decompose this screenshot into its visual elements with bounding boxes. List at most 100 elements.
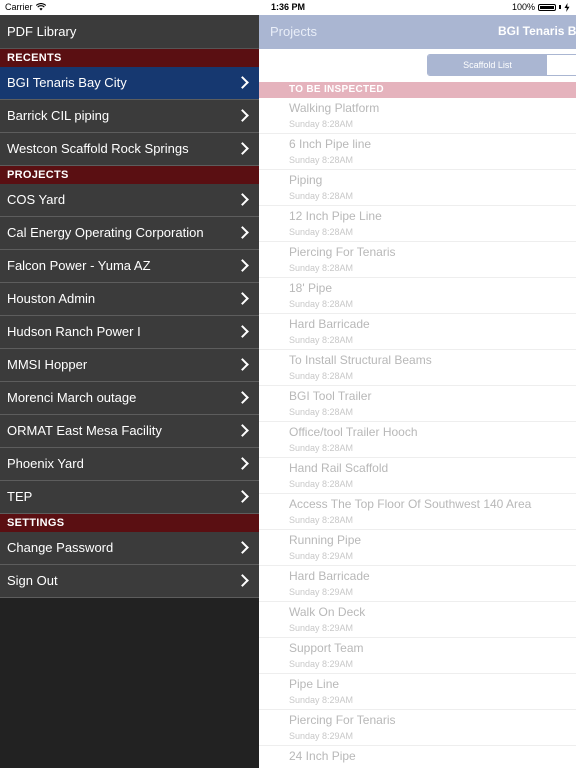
list-item-timestamp: Sunday 8:28AM <box>289 191 354 201</box>
list-item[interactable]: Support Team Sunday 8:29AM <box>259 638 576 674</box>
chevron-right-icon <box>236 76 249 89</box>
list-item[interactable]: Piercing For Tenaris Sunday 8:28AM <box>259 242 576 278</box>
recent-item-westcon[interactable]: Westcon Scaffold Rock Springs <box>0 133 259 166</box>
pdf-library-item[interactable]: PDF Library <box>0 15 259 49</box>
sidebar-item-label: Cal Energy Operating Corporation <box>7 225 204 240</box>
battery-percent: 100% <box>511 2 535 12</box>
list-item-timestamp: Sunday 8:29AM <box>289 587 354 597</box>
list-item-timestamp: Sunday 8:28AM <box>289 479 354 489</box>
list-item-timestamp: Sunday 8:28AM <box>289 227 354 237</box>
sidebar: PDF Library RECENTS BGI Tenaris Bay City… <box>0 15 259 768</box>
chevron-right-icon <box>236 292 249 305</box>
list-item-title: To Install Structural Beams <box>289 353 432 367</box>
project-item-ormat[interactable]: ORMAT East Mesa Facility <box>0 415 259 448</box>
list-item[interactable]: 18' Pipe Sunday 8:28AM <box>259 278 576 314</box>
sidebar-item-label: Phoenix Yard <box>7 456 84 471</box>
list-item[interactable]: Office/tool Trailer Hooch Sunday 8:28AM <box>259 422 576 458</box>
segment-area: Scaffold List <box>259 49 576 82</box>
project-item-phoenix-yard[interactable]: Phoenix Yard <box>0 448 259 481</box>
sidebar-item-label: Houston Admin <box>7 291 96 306</box>
list-item-timestamp: Sunday 8:29AM <box>289 731 354 741</box>
list-item-title: Piping <box>289 173 323 187</box>
second-segment[interactable] <box>547 55 576 75</box>
chevron-right-icon <box>236 193 249 206</box>
list-item-timestamp: Sunday 8:28AM <box>289 155 354 165</box>
sidebar-item-label: Morenci March outage <box>7 390 137 405</box>
battery-icon <box>538 3 556 11</box>
segmented-control: Scaffold List <box>427 54 576 76</box>
list-item[interactable]: Piercing For Tenaris Sunday 8:29AM <box>259 710 576 746</box>
list-item[interactable]: To Install Structural Beams Sunday 8:28AM <box>259 350 576 386</box>
list-item-timestamp: Sunday 8:28AM <box>289 407 354 417</box>
sidebar-item-label: MMSI Hopper <box>7 357 88 372</box>
list-item-title: Walk On Deck <box>289 605 366 619</box>
list-item-timestamp: Sunday 8:28AM <box>289 335 354 345</box>
chevron-right-icon <box>236 325 249 338</box>
project-item-tep[interactable]: TEP <box>0 481 259 514</box>
chevron-right-icon <box>236 142 249 155</box>
chevron-right-icon <box>236 541 249 554</box>
list-item[interactable]: 6 Inch Pipe line Sunday 8:28AM <box>259 134 576 170</box>
list-item-title: Support Team <box>289 641 364 655</box>
list-item-title: Piercing For Tenaris <box>289 245 396 259</box>
list-item-title: Walking Platform <box>289 101 380 115</box>
sidebar-item-label: Change Password <box>7 540 114 555</box>
projects-header: PROJECTS <box>0 166 259 184</box>
list-item[interactable]: Piping Sunday 8:28AM <box>259 170 576 206</box>
scaffold-list: Walking Platform Sunday 8:28AM 6 Inch Pipe… <box>259 98 576 768</box>
list-item[interactable]: Hard Barricade Sunday 8:29AM <box>259 566 576 602</box>
recents-header: RECENTS <box>0 49 259 67</box>
list-item-timestamp: Sunday 8:28AM <box>289 371 354 381</box>
list-item[interactable]: 24 Inch Pipe <box>259 746 576 768</box>
chevron-right-icon <box>236 259 249 272</box>
list-item-title: 12 Inch Pipe Line <box>289 209 382 223</box>
project-item-cos-yard[interactable]: COS Yard <box>0 184 259 217</box>
chevron-right-icon <box>236 109 249 122</box>
list-item-timestamp: Sunday 8:29AM <box>289 659 354 669</box>
list-item-timestamp: Sunday 8:28AM <box>289 263 354 273</box>
list-item-timestamp: Sunday 8:29AM <box>289 551 354 561</box>
list-item-title: 6 Inch Pipe line <box>289 137 372 151</box>
sidebar-item-label: TEP <box>7 489 33 504</box>
list-item[interactable]: Walking Platform Sunday 8:28AM <box>259 98 576 134</box>
list-item[interactable]: 12 Inch Pipe Line Sunday 8:28AM <box>259 206 576 242</box>
list-item-timestamp: Sunday 8:29AM <box>289 695 354 705</box>
list-item-title: Running Pipe <box>289 533 362 547</box>
project-item-mmsi-hopper[interactable]: MMSI Hopper <box>0 349 259 382</box>
list-item-title: Office/tool Trailer Hooch <box>289 425 418 439</box>
list-item[interactable]: Running Pipe Sunday 8:29AM <box>259 530 576 566</box>
list-item[interactable]: Access The Top Floor Of Southwest 140 Ar… <box>259 494 576 530</box>
list-item-title: Hand Rail Scaffold <box>289 461 389 475</box>
project-item-falcon-power[interactable]: Falcon Power - Yuma AZ <box>0 250 259 283</box>
list-item-timestamp: Sunday 8:29AM <box>289 623 354 633</box>
chevron-right-icon <box>236 424 249 437</box>
chevron-right-icon <box>236 490 249 503</box>
list-item-timestamp: Sunday 8:28AM <box>289 119 354 129</box>
list-item-title: BGI Tool Trailer <box>289 389 372 403</box>
project-item-cal-energy[interactable]: Cal Energy Operating Corporation <box>0 217 259 250</box>
sidebar-item-label: Westcon Scaffold Rock Springs <box>7 141 189 156</box>
project-item-morenci[interactable]: Morenci March outage <box>0 382 259 415</box>
list-item[interactable]: Pipe Line Sunday 8:29AM <box>259 674 576 710</box>
list-item[interactable]: Hard Barricade Sunday 8:28AM <box>259 314 576 350</box>
list-item-timestamp: Sunday 8:28AM <box>289 443 354 453</box>
sign-out-item[interactable]: Sign Out <box>0 565 259 598</box>
status-bar: Carrier 1:36 PM 100% <box>0 0 576 15</box>
chevron-right-icon <box>236 358 249 371</box>
change-password-item[interactable]: Change Password <box>0 532 259 565</box>
list-item[interactable]: BGI Tool Trailer Sunday 8:28AM <box>259 386 576 422</box>
page-title: BGI Tenaris Ba <box>498 24 576 38</box>
sidebar-item-label: Hudson Ranch Power I <box>7 324 141 339</box>
list-item-title: Pipe Line <box>289 677 340 691</box>
recent-item-bgi-tenaris[interactable]: BGI Tenaris Bay City <box>0 67 259 100</box>
settings-header: SETTINGS <box>0 514 259 532</box>
projects-back-button[interactable]: Projects <box>270 24 317 39</box>
list-item[interactable]: Hand Rail Scaffold Sunday 8:28AM <box>259 458 576 494</box>
status-time: 1:36 PM <box>270 2 305 12</box>
project-item-hudson-ranch[interactable]: Hudson Ranch Power I <box>0 316 259 349</box>
list-item-title: 18' Pipe <box>289 281 332 295</box>
list-item[interactable]: Walk On Deck Sunday 8:29AM <box>259 602 576 638</box>
project-item-houston-admin[interactable]: Houston Admin <box>0 283 259 316</box>
recent-item-barrick[interactable]: Barrick CIL piping <box>0 100 259 133</box>
scaffold-list-segment[interactable]: Scaffold List <box>428 55 547 75</box>
